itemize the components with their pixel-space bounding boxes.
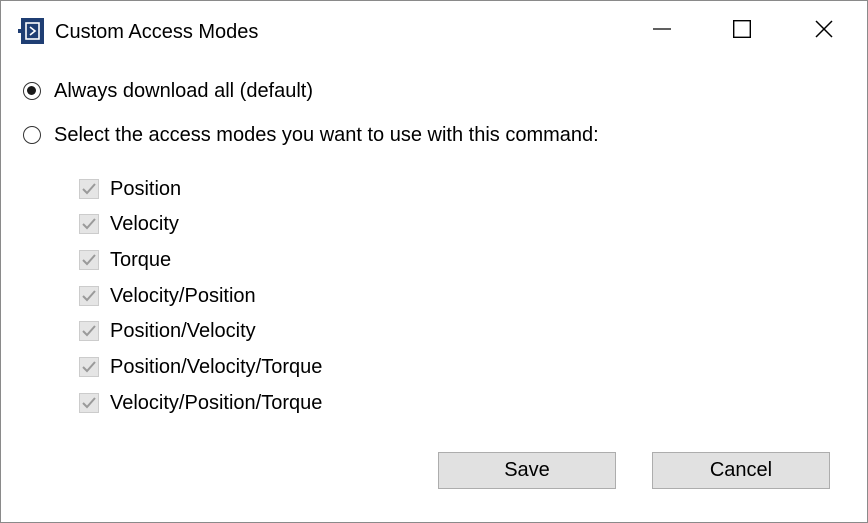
maximize-button[interactable] — [723, 13, 761, 49]
checkmark-icon — [82, 290, 96, 302]
checkbox-position[interactable] — [79, 179, 99, 199]
radio-button-selected[interactable] — [23, 82, 41, 100]
checkbox-row-position-velocity[interactable]: Position/Velocity — [79, 320, 256, 342]
checkmark-icon — [82, 218, 96, 230]
close-button[interactable] — [805, 13, 843, 49]
checkbox-velocity[interactable] — [79, 214, 99, 234]
checkbox-torque[interactable] — [79, 250, 99, 270]
checkbox-label: Velocity/Position — [110, 285, 256, 307]
checkbox-row-torque[interactable]: Torque — [79, 249, 171, 271]
checkmark-icon — [82, 325, 96, 337]
checkbox-row-velocity-position[interactable]: Velocity/Position — [79, 285, 256, 307]
radio-always-download[interactable]: Always download all (default) — [23, 79, 313, 103]
save-button[interactable]: Save — [438, 452, 616, 489]
checkbox-row-velocity-position-torque[interactable]: Velocity/Position/Torque — [79, 392, 322, 414]
checkmark-icon — [82, 254, 96, 266]
checkbox-position-velocity[interactable] — [79, 321, 99, 341]
checkbox-velocity-position[interactable] — [79, 286, 99, 306]
checkbox-label: Position/Velocity/Torque — [110, 356, 323, 378]
minimize-icon — [653, 20, 671, 43]
checkbox-position-velocity-torque[interactable] — [79, 357, 99, 377]
minimize-button[interactable] — [643, 13, 681, 49]
checkbox-row-velocity[interactable]: Velocity — [79, 213, 179, 235]
window-title: Custom Access Modes — [55, 21, 259, 43]
checkmark-icon — [82, 183, 96, 195]
radio-select-modes[interactable]: Select the access modes you want to use … — [23, 123, 599, 147]
checkbox-row-position[interactable]: Position — [79, 178, 181, 200]
radio-select-modes-label: Select the access modes you want to use … — [54, 124, 599, 146]
checkbox-velocity-position-torque[interactable] — [79, 393, 99, 413]
maximize-icon — [732, 19, 752, 43]
checkbox-label: Torque — [110, 249, 172, 271]
checkbox-label: Position/Velocity — [110, 320, 256, 342]
cancel-button[interactable]: Cancel — [652, 452, 830, 489]
close-icon — [815, 19, 833, 43]
title-bar[interactable]: Custom Access Modes — [1, 1, 867, 61]
radio-button-unselected[interactable] — [23, 126, 41, 144]
checkbox-row-position-velocity-torque[interactable]: Position/Velocity/Torque — [79, 356, 322, 378]
checkmark-icon — [82, 361, 96, 373]
checkbox-label: Position — [110, 178, 182, 200]
checkmark-icon — [82, 397, 96, 409]
custom-access-modes-dialog: Custom Access Modes Always download all … — [0, 0, 868, 523]
checkbox-label: Velocity — [110, 213, 179, 235]
radio-always-download-label: Always download all (default) — [54, 80, 314, 102]
checkbox-label: Velocity/Position/Torque — [110, 392, 323, 414]
app-window-icon — [18, 18, 44, 44]
